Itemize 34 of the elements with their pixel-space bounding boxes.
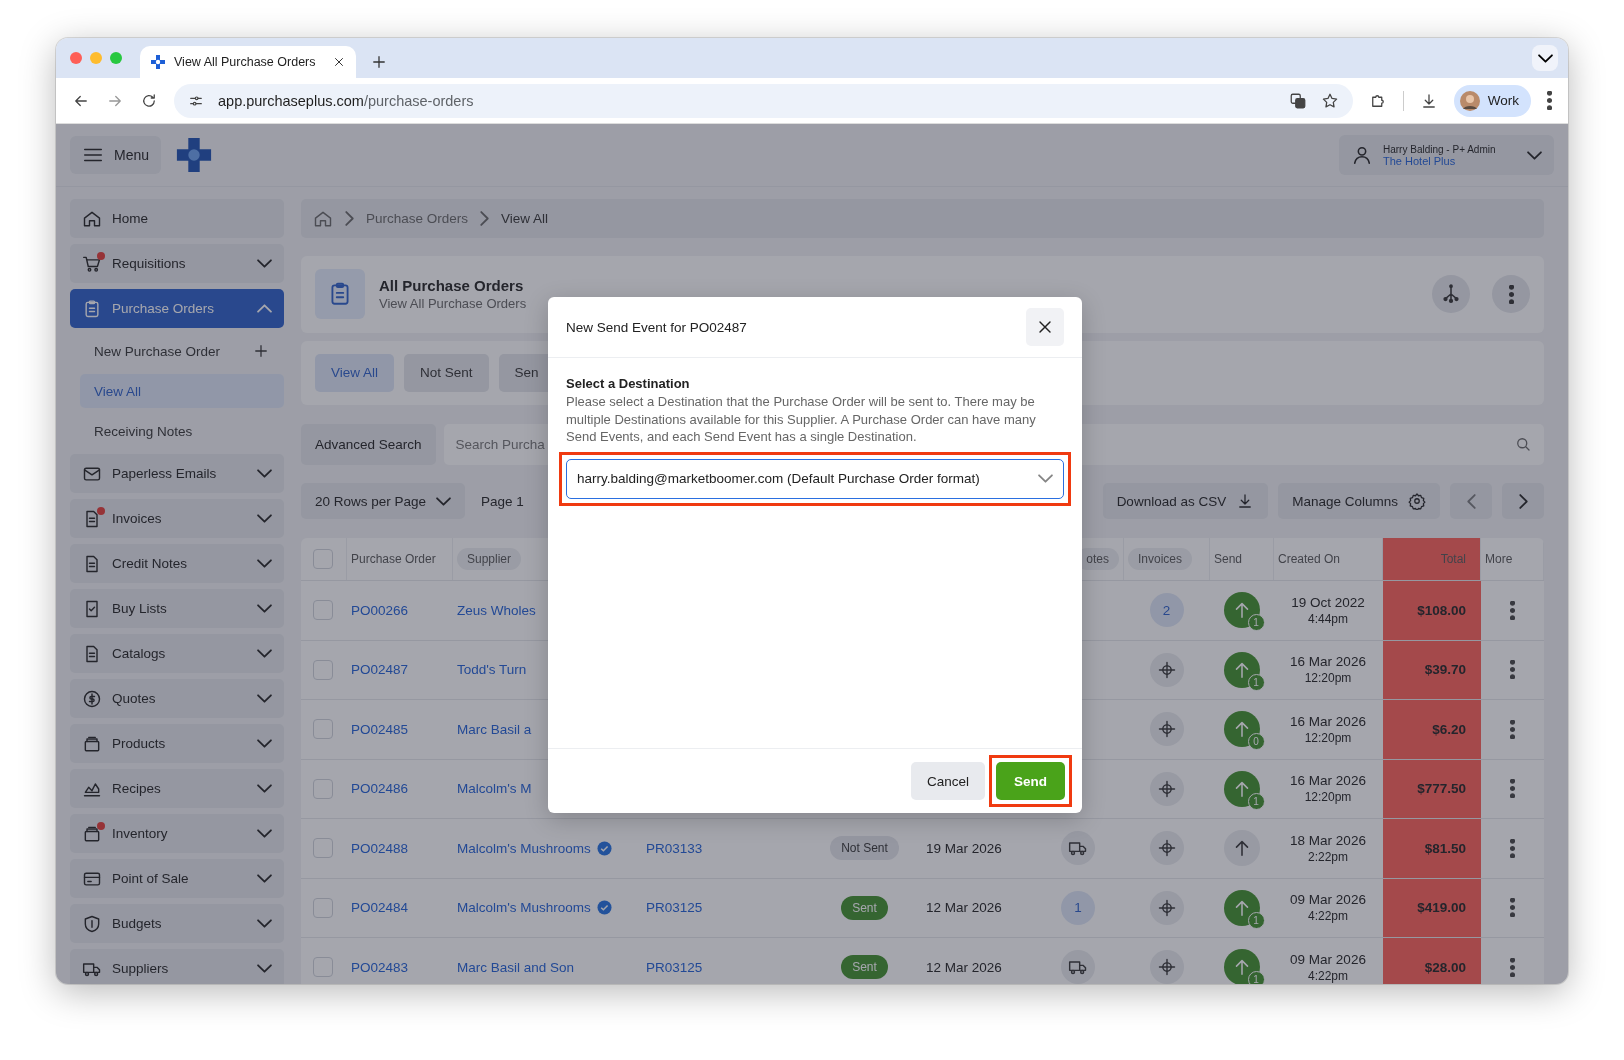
total-amount: $419.00 bbox=[1417, 900, 1466, 916]
status-badge: Sent bbox=[841, 895, 888, 920]
created-date: 16 Mar 2026 bbox=[1290, 654, 1366, 670]
created-time: 4:44pm bbox=[1308, 611, 1348, 626]
total-amount: $28.00 bbox=[1424, 959, 1466, 975]
created-date: 09 Mar 2026 bbox=[1290, 892, 1366, 908]
dialog-title: New Send Event for PO02487 bbox=[566, 319, 747, 335]
total-amount: $108.00 bbox=[1417, 602, 1466, 618]
total-amount: $6.20 bbox=[1432, 721, 1466, 737]
page-subtitle: View All Purchase Orders bbox=[379, 296, 527, 312]
created-time: 12:20pm bbox=[1304, 730, 1352, 745]
page-indicator: Page 1 bbox=[481, 493, 524, 509]
created-date: 16 Mar 2026 bbox=[1290, 713, 1366, 729]
date-text: 19 Mar 2026 bbox=[926, 840, 1002, 856]
date-text: 12 Mar 2026 bbox=[926, 900, 1002, 916]
tab-title: View All Purchase Orders bbox=[174, 55, 317, 69]
created-date: 16 Mar 2026 bbox=[1290, 773, 1366, 789]
created-time: 4:22pm bbox=[1308, 909, 1348, 924]
total-amount: $81.50 bbox=[1424, 840, 1466, 856]
page-title: All Purchase Orders bbox=[379, 277, 525, 295]
created-date: 09 Mar 2026 bbox=[1290, 951, 1366, 967]
field-label: Select a Destination bbox=[566, 376, 691, 391]
created-time: 4:22pm bbox=[1308, 968, 1348, 983]
date-text: 12 Mar 2026 bbox=[926, 959, 1002, 975]
status-badge: Sent bbox=[841, 955, 888, 980]
created-time: 2:22pm bbox=[1308, 849, 1348, 864]
total-amount: $39.70 bbox=[1424, 662, 1466, 678]
field-description: Please select a Destination that the Purchase Order will be sent to. There may be multiple Destinations available for this Supplier. A Purchase Order can have many Send Events, and each Send Event has a single Destination. bbox=[566, 393, 1037, 446]
total-amount: $777.50 bbox=[1417, 781, 1466, 797]
created-time: 12:20pm bbox=[1304, 671, 1352, 686]
created-date: 18 Mar 2026 bbox=[1290, 832, 1366, 848]
created-time: 12:20pm bbox=[1304, 790, 1352, 805]
status-badge: Not Sent bbox=[830, 836, 899, 861]
created-date: 19 Oct 2022 bbox=[1291, 594, 1365, 610]
